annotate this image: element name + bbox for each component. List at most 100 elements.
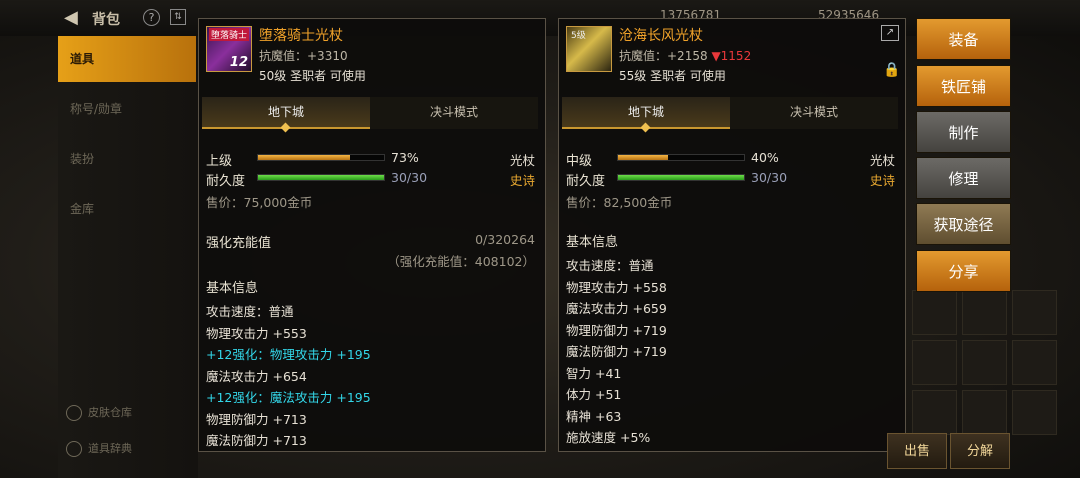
durability-bar [257,174,385,181]
sidebar-item-vault[interactable]: 金库 [58,186,196,232]
stat-line: 魔法攻击力 +659 [566,301,667,316]
item-name: 沧海长风光杖 [619,28,703,44]
magic-resist-diff: ▼1152 [711,49,752,63]
item-name: 堕落骑士光杖 [259,28,343,44]
item-icon-tag: 堕落骑士 [209,28,250,41]
tab-dungeon[interactable]: 地下城 [202,97,370,133]
durability-bar-fill [618,175,744,180]
stat-line: 物理攻击力 +553 [206,325,307,341]
tab-pvp[interactable]: 决斗模式 [370,97,538,129]
stat-line: 精神 +63 [566,408,622,424]
stat-line: 魔法防御力 +713 [206,433,307,448]
sort-icon[interactable]: ⇅ [170,9,186,25]
rarity-label: 史诗 [869,173,895,188]
grade-bar-fill [618,155,669,160]
grade-bar [617,154,745,161]
sidebar-item-items[interactable]: 道具 [58,36,196,82]
magic-resist-value: 抗魔值：+3310 [259,49,348,63]
inventory-slot[interactable] [912,390,957,435]
durability-bar-fill [258,175,384,180]
sell-price: 售价：75,000金币 [206,195,313,210]
active-tab-indicator-icon [280,122,291,133]
magic-resist-value: 抗魔值：+2158 ▼1152 [619,47,751,64]
durability-value: 30/30 [391,170,428,185]
basic-info-title: 基本信息 [566,235,619,250]
stat-line: 物理攻击力 +558 [566,279,667,295]
staff-item-icon: 5级 [566,26,612,72]
inventory-slot[interactable] [912,340,957,385]
inventory-slot[interactable] [1012,290,1057,335]
sell-price: 售价：82,500金币 [566,195,673,210]
page-title: 背包 [92,12,120,28]
mode-tabs: 地下城 决斗模式 [562,97,898,133]
skin-storage-icon [66,405,82,421]
share-icon[interactable]: ↗ [881,25,899,41]
grade-bar [257,154,385,161]
stat-line: 智力 +41 [566,365,622,381]
lock-icon[interactable]: 🔒 [883,62,900,78]
repair-button[interactable]: 修理 [916,157,1011,199]
item-requirement: 55级 圣职者 可使用 [619,69,726,83]
item-dictionary-label: 道具辞典 [88,442,132,455]
charge-sub-value: （强化充能值：408102） [387,254,535,269]
skin-storage-label: 皮肤仓库 [88,406,132,419]
stat-line: 体力 +51 [566,387,622,402]
active-tab-indicator-icon [640,122,651,133]
grade-label: 上级 [206,154,233,169]
grade-bar-fill [258,155,350,160]
inventory-slot[interactable] [962,390,1007,435]
inventory-slot[interactable] [962,290,1007,335]
sidebar: 道具 称号/勋章 装扮 金库 皮肤仓库 道具辞典 [58,36,198,478]
tab-dungeon[interactable]: 地下城 [562,97,730,133]
inventory-slot[interactable] [1012,340,1057,385]
item-dictionary-button[interactable]: 道具辞典 [66,440,132,457]
stat-line: 物理防御力 +719 [566,322,667,338]
stat-line: 物理防御力 +713 [206,411,307,427]
durability-label: 耐久度 [206,174,246,189]
blacksmith-button[interactable]: 铁匠铺 [916,65,1011,107]
tab-dungeon-label: 地下城 [267,105,304,119]
durability-bar [617,174,745,181]
stat-line: +12强化：物理攻击力 +195 [206,347,371,362]
grade-percent: 73% [391,150,419,165]
tab-dungeon-label: 地下城 [627,105,664,119]
tab-pvp[interactable]: 决斗模式 [730,97,898,129]
weapon-type: 光杖 [509,153,535,168]
sell-button[interactable]: 出售 [887,433,947,469]
stat-line: 魔法防御力 +719 [566,344,667,359]
item-icon-tag: 5级 [571,31,586,41]
durability-value: 30/30 [751,170,788,185]
mode-tabs: 地下城 决斗模式 [202,97,538,133]
item-requirement: 50级 圣职者 可使用 [259,69,366,83]
staff-item-icon: 堕落骑士 12 [206,26,252,72]
basic-info-title: 基本信息 [206,281,259,296]
stat-line: 攻击速度：普通 [566,258,654,273]
inventory-slot[interactable] [962,340,1007,385]
obtain-method-button[interactable]: 获取途径 [916,203,1011,245]
magic-resist-text: 抗魔值：+2158 [619,49,708,63]
item-enhance-level: 12 [229,55,248,70]
equip-button[interactable]: 装备 [916,18,1011,60]
charge-label: 强化充能值 [206,236,272,251]
craft-button[interactable]: 制作 [916,111,1011,153]
disassemble-button[interactable]: 分解 [950,433,1010,469]
inventory-slot[interactable] [1012,390,1057,435]
help-icon[interactable]: ? [143,9,160,26]
weapon-type: 光杖 [869,153,895,168]
stat-line: 施放速度 +5% [566,430,651,445]
durability-label: 耐久度 [566,174,606,189]
stat-line: 攻击速度：普通 [206,304,294,319]
inventory-slot[interactable] [912,290,957,335]
sidebar-item-avatar[interactable]: 装扮 [58,136,196,182]
charge-value: 0/320264 [475,232,535,247]
item-tooltip-left: 堕落骑士 12 堕落骑士光杖 抗魔值：+3310 50级 圣职者 可使用 地下城… [198,18,546,452]
stat-line: +12强化：魔法攻击力 +195 [206,390,371,405]
item-tooltip-right: 5级 沧海长风光杖 抗魔值：+2158 ▼1152 55级 圣职者 可使用 ↗ … [558,18,906,452]
rarity-label: 史诗 [509,173,535,188]
back-arrow-icon[interactable]: ◀ [64,8,84,28]
skin-storage-button[interactable]: 皮肤仓库 [66,404,132,421]
item-dictionary-icon [66,441,82,457]
share-button[interactable]: 分享 [916,250,1011,292]
sidebar-item-titles[interactable]: 称号/勋章 [58,86,196,132]
grade-percent: 40% [751,150,779,165]
